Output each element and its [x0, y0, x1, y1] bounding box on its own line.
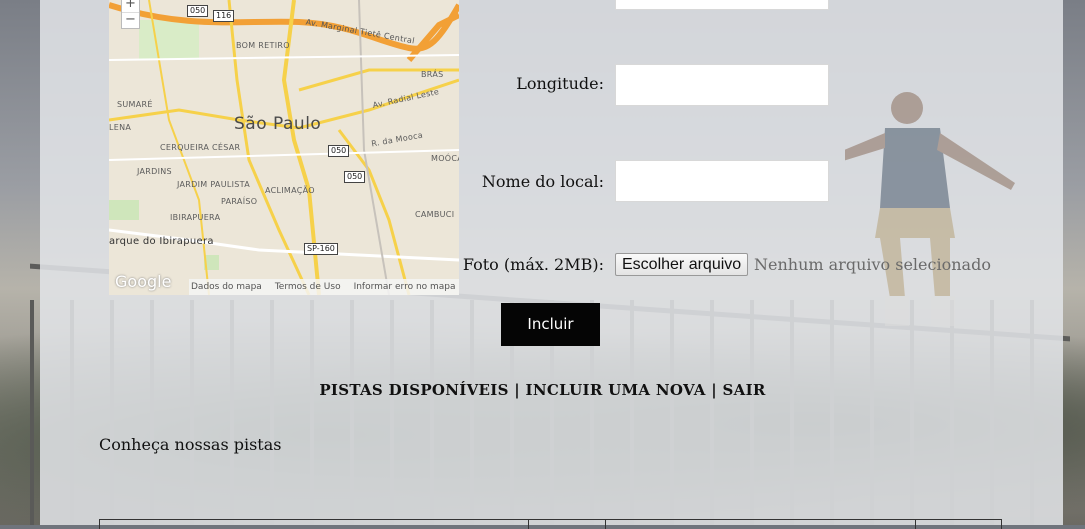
map-city-label: São Paulo	[234, 114, 322, 134]
map-place-label: PARAÍSO	[221, 197, 258, 206]
map-data-link[interactable]: Dados do mapa	[191, 282, 262, 292]
map-place-label: CERQUEIRA CÉSAR	[160, 143, 241, 152]
google-logo: Google	[115, 272, 172, 291]
local-name-input[interactable]	[615, 160, 829, 202]
map-place-label: JARDINS	[137, 167, 172, 176]
local-name-label: Nome do local:	[481, 172, 604, 191]
latitude-input[interactable]	[615, 0, 829, 10]
map-footer: Dados do mapa Termos de Uso Informar err…	[189, 279, 459, 295]
location-map[interactable]: + − 050 116 050 050 SP-160 Av. Marginal …	[109, 0, 459, 295]
map-place-label: MOÓCA	[431, 154, 459, 163]
highway-shield: 116	[213, 10, 235, 22]
bottom-nav: PISTAS DISPONÍVEIS | INCLUIR UMA NOVA | …	[0, 381, 1085, 399]
photo-label: Foto (máx. 2MB):	[462, 255, 604, 274]
nav-separator: |	[705, 381, 723, 399]
zoom-in-button[interactable]: +	[122, 0, 139, 12]
skater-figure	[845, 92, 1015, 326]
highway-shield: 050	[344, 171, 366, 183]
section-title: Conheça nossas pistas	[99, 435, 282, 454]
highway-shield: 050	[187, 5, 209, 17]
submit-button[interactable]: Incluir	[501, 303, 600, 346]
map-place-label: SUMARÉ	[117, 100, 153, 109]
nav-separator: |	[508, 381, 526, 399]
map-place-label: ACLIMAÇÃO	[265, 186, 315, 195]
map-place-label: LENA	[109, 123, 132, 132]
longitude-input[interactable]	[615, 64, 829, 106]
map-place-label: IBIRAPUERA	[170, 213, 221, 222]
map-place-label: BOM RETIRO	[236, 41, 290, 50]
longitude-label: Longitude:	[516, 74, 604, 93]
nav-logout[interactable]: SAIR	[723, 381, 766, 399]
choose-file-button[interactable]: Escolher arquivo	[615, 253, 749, 276]
map-place-label: JARDIM PAULISTA	[177, 180, 250, 189]
nav-available-tracks[interactable]: PISTAS DISPONÍVEIS	[319, 381, 508, 399]
map-place-label: CAMBUCI	[415, 210, 455, 219]
map-zoom-control: + −	[121, 0, 140, 29]
file-status-text: Nenhum arquivo selecionado	[754, 255, 991, 274]
zoom-out-button[interactable]: −	[122, 12, 139, 28]
highway-shield: SP-160	[304, 243, 338, 255]
highway-shield: 050	[328, 145, 350, 157]
tracks-table	[99, 519, 1002, 529]
map-terms-link[interactable]: Termos de Uso	[275, 282, 341, 292]
nav-add-new[interactable]: INCLUIR UMA NOVA	[526, 381, 706, 399]
map-report-error-link[interactable]: Informar erro no mapa	[354, 282, 456, 292]
map-park-label: arque do Ibirapuera	[109, 236, 214, 247]
